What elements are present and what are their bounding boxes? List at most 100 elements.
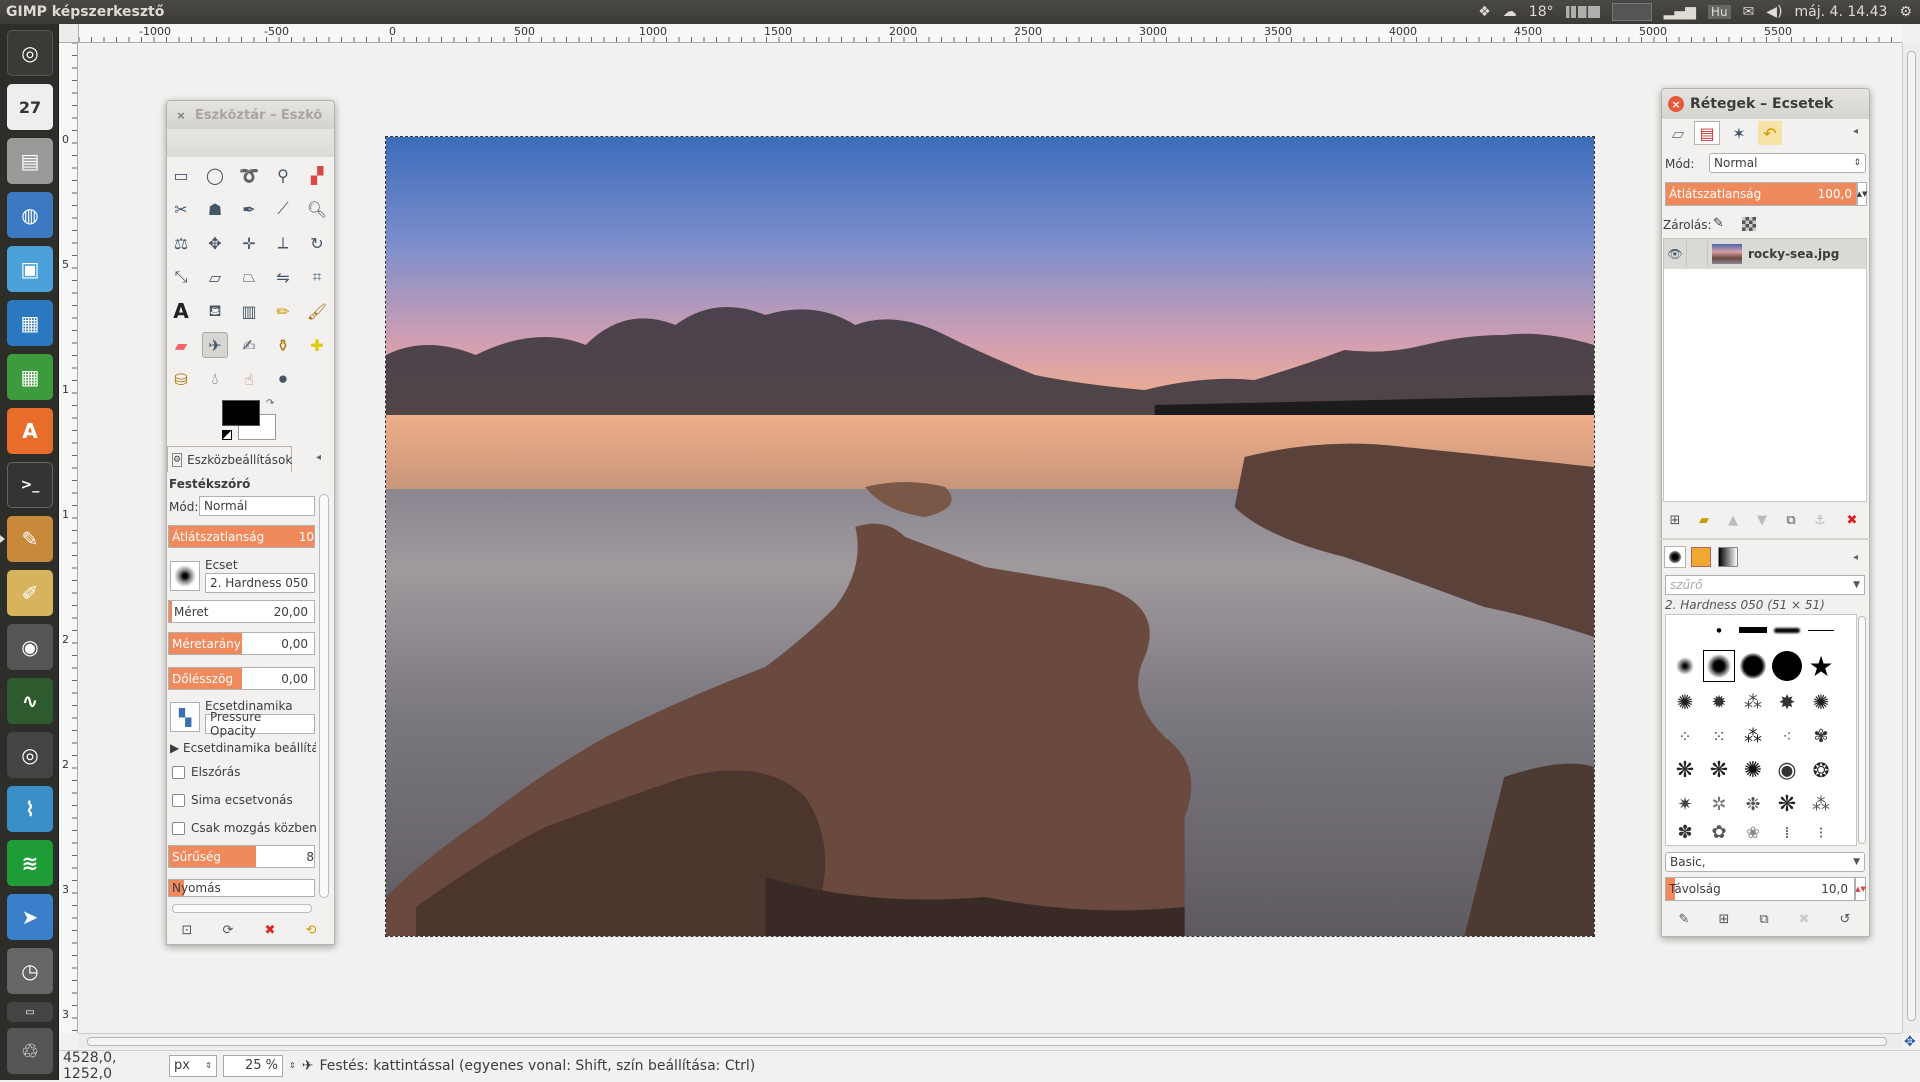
tab-paths[interactable]: ✶: [1727, 121, 1751, 145]
opacity-spin-icon[interactable]: ▲▼: [1857, 182, 1867, 206]
text-icon[interactable]: A: [168, 298, 194, 324]
brush-line[interactable]: [1805, 620, 1837, 640]
brush-texture[interactable]: ✷: [1669, 788, 1701, 820]
brushes-menu-icon[interactable]: ◂: [1853, 552, 1858, 563]
text-editor-icon[interactable]: ✐: [7, 570, 53, 616]
foreground-color[interactable]: [222, 400, 260, 426]
tab-channels[interactable]: ▤: [1694, 121, 1720, 145]
dodge-burn-icon[interactable]: ⚫: [270, 366, 296, 392]
brush-texture[interactable]: ❋: [1771, 788, 1803, 820]
brush-texture[interactable]: ❀: [1737, 818, 1769, 846]
brush-block[interactable]: [1737, 620, 1769, 640]
spotify-icon[interactable]: ≋: [7, 840, 53, 886]
brush-texture[interactable]: ⁙: [1703, 720, 1735, 752]
sysmon-icon[interactable]: ⌇: [7, 786, 53, 832]
paths-icon[interactable]: ✒: [236, 196, 262, 222]
brush-texture[interactable]: ✿: [1703, 818, 1735, 846]
calc-icon[interactable]: ▦: [7, 354, 53, 400]
gimp-icon[interactable]: ✎: [0, 516, 53, 562]
zoom-spin-icon[interactable]: ⇕: [289, 1061, 296, 1070]
smudge-icon[interactable]: ☝: [236, 366, 262, 392]
delete-options-icon[interactable]: ✖: [259, 920, 281, 940]
lock-pixels-icon[interactable]: ✎: [1713, 216, 1724, 231]
new-group-icon[interactable]: ▰: [1693, 510, 1715, 530]
weather-temp[interactable]: 18°: [1529, 4, 1554, 20]
unit-select[interactable]: px ⇕: [169, 1054, 217, 1077]
rotate-icon[interactable]: ↻: [304, 230, 330, 256]
tab-gradients[interactable]: [1718, 547, 1738, 567]
horizontal-ruler[interactable]: -1000 -500 0 500 1000 1500 2000 2500 300…: [79, 24, 1902, 43]
move-icon[interactable]: ✥: [202, 230, 228, 256]
brush-texture[interactable]: ✺: [1737, 754, 1769, 786]
ink-icon[interactable]: ✍: [236, 332, 262, 358]
vertical-scrollbar[interactable]: [1902, 43, 1920, 1033]
options-hscrollbar[interactable]: [172, 904, 312, 913]
duplicate-brush-icon[interactable]: ⧉: [1753, 909, 1775, 929]
cage-transform-icon[interactable]: ⌗: [304, 264, 330, 290]
tab-patterns[interactable]: [1691, 547, 1711, 567]
spacing-slider[interactable]: Távolság 10,0: [1665, 877, 1855, 901]
smooth-option[interactable]: Sima ecsetvonás: [172, 793, 293, 807]
volume-icon[interactable]: ◀): [1766, 4, 1782, 20]
brush-preset-select[interactable]: Basic, ▼: [1665, 852, 1865, 872]
chain-toggle[interactable]: [1686, 241, 1708, 267]
brush-hardness-100[interactable]: [1771, 650, 1803, 682]
swap-colors-icon[interactable]: ↷: [266, 398, 274, 409]
dock-menu-icon[interactable]: ◂: [1853, 126, 1858, 137]
motion-only-checkbox[interactable]: [172, 821, 185, 835]
ruler-corner[interactable]: [59, 24, 79, 43]
spacing-spin-icon[interactable]: ▲▼: [1855, 877, 1866, 901]
brush-texture[interactable]: ❂: [1805, 754, 1837, 786]
brush-texture[interactable]: ✾: [1805, 720, 1837, 752]
brush-texture[interactable]: ◉: [1771, 754, 1803, 786]
smooth-checkbox[interactable]: [172, 793, 185, 807]
rate-slider[interactable]: Sűrűség 8: [168, 845, 315, 868]
free-select-icon[interactable]: ➰: [236, 162, 262, 188]
scatter-checkbox[interactable]: [172, 765, 185, 779]
refresh-brushes-icon[interactable]: ↺: [1834, 909, 1856, 929]
terminal-icon[interactable]: >_: [7, 462, 53, 508]
eye-icon[interactable]: 👁︎: [1664, 247, 1686, 261]
brush-texture[interactable]: ⁝: [1805, 818, 1837, 846]
mode-select[interactable]: Normál: [199, 496, 315, 516]
lock-alpha-icon[interactable]: [1742, 217, 1756, 231]
brush-texture[interactable]: ✹: [1703, 686, 1735, 718]
image-canvas[interactable]: [385, 136, 1595, 937]
brush-block-blur[interactable]: [1771, 620, 1803, 640]
color-select-icon[interactable]: ▞: [304, 162, 330, 188]
perspective-icon[interactable]: ⏢: [236, 264, 262, 290]
brush-field[interactable]: 2. Hardness 050: [205, 573, 315, 593]
eraser-icon[interactable]: ▰: [168, 332, 194, 358]
lower-layer-icon[interactable]: ▼: [1751, 510, 1773, 530]
brush-texture[interactable]: ❉: [1737, 788, 1769, 820]
horizontal-scrollbar[interactable]: [79, 1033, 1902, 1048]
size-slider[interactable]: Méret 20,00: [168, 600, 315, 623]
brush-preview[interactable]: [170, 561, 200, 591]
delete-layer-icon[interactable]: ✖: [1841, 510, 1863, 530]
brush-texture[interactable]: ⁂: [1737, 686, 1769, 718]
delete-brush-icon[interactable]: ✖: [1793, 909, 1815, 929]
vertical-ruler[interactable]: 0 5 1 1 2 2 3 3: [59, 43, 78, 1033]
dynamics-field[interactable]: Pressure Opacity: [205, 710, 315, 738]
default-colors-icon[interactable]: [222, 430, 232, 440]
ellipse-select-icon[interactable]: ◯: [202, 162, 228, 188]
heal-icon[interactable]: ✚: [304, 332, 330, 358]
gear-icon[interactable]: ⚙: [1899, 4, 1912, 20]
dynamics-settings-expander[interactable]: ▶ Ecsetdinamika beállítás: [170, 741, 316, 755]
layer-row[interactable]: 👁︎ rocky-sea.jpg: [1664, 239, 1866, 269]
dash-home-icon[interactable]: ◎: [7, 30, 53, 76]
tab-menu-icon[interactable]: ◂: [316, 452, 321, 463]
rect-select-icon[interactable]: ▭: [168, 162, 194, 188]
software-center-icon[interactable]: A: [7, 408, 53, 454]
new-brush-icon[interactable]: ⊞: [1713, 909, 1735, 929]
opacity-slider[interactable]: Átlátszatlanság 10: [168, 525, 315, 548]
scroll-thumb[interactable]: [87, 1037, 1887, 1046]
layer-opacity-slider[interactable]: Átlátszatlanság 100,0: [1665, 182, 1857, 206]
system-monitor-icon[interactable]: ∿: [7, 678, 53, 724]
scissors-icon[interactable]: ✂: [168, 196, 194, 222]
edit-brush-icon[interactable]: ✎: [1673, 909, 1695, 929]
camera-icon[interactable]: ◉: [7, 624, 53, 670]
brush-pixel[interactable]: ●: [1703, 620, 1735, 640]
anchor-layer-icon[interactable]: ⚓: [1809, 510, 1831, 530]
new-layer-icon[interactable]: ⊞: [1664, 510, 1686, 530]
